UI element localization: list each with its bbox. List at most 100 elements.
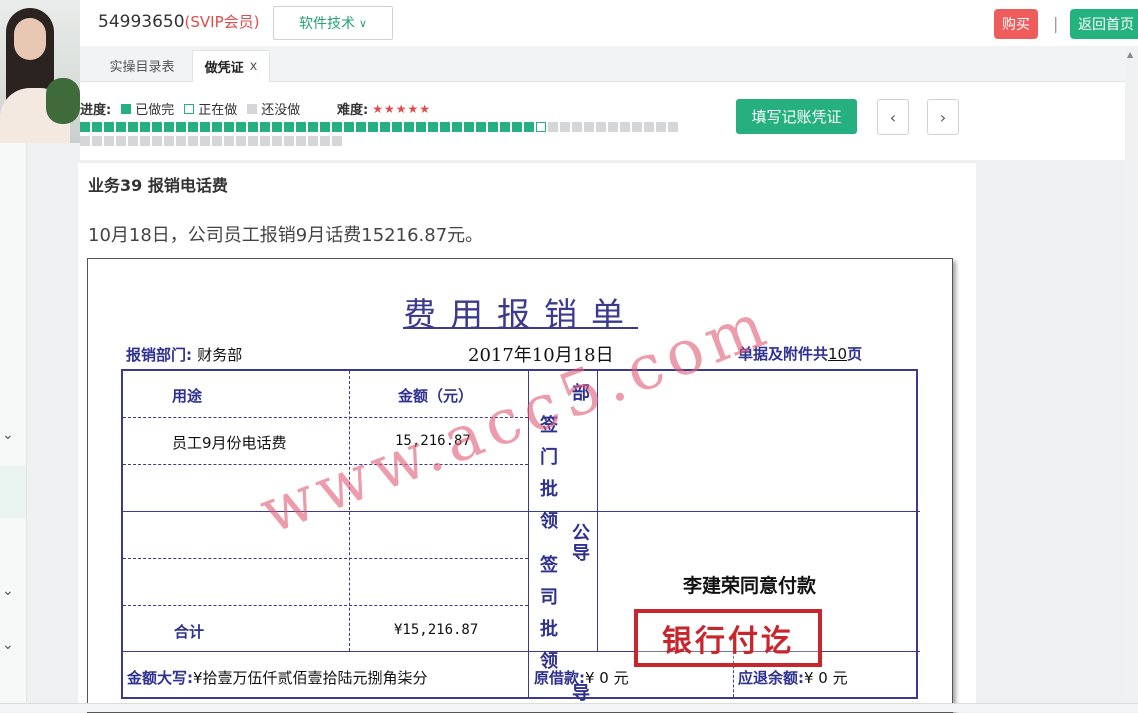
attach-suffix: 页 <box>847 345 863 363</box>
progress-cell[interactable] <box>560 122 570 132</box>
chevron-down-icon[interactable]: ⌄ <box>2 583 14 599</box>
todo-label: 还没做 <box>261 103 301 118</box>
done-label: 已做完 <box>135 103 175 118</box>
progress-cell[interactable] <box>260 136 270 146</box>
progress-cell[interactable] <box>368 122 378 132</box>
progress-cell[interactable] <box>476 122 486 132</box>
progress-cell[interactable] <box>128 136 138 146</box>
progress-cell[interactable] <box>404 122 414 132</box>
progress-cell[interactable] <box>236 122 246 132</box>
progress-legend: 进度: 已做完 正在做 还没做 <box>80 99 300 118</box>
header-separator: | <box>1053 14 1059 33</box>
buy-button[interactable]: 购买 <box>994 9 1038 39</box>
progress-cell[interactable] <box>152 122 162 132</box>
chevron-down-icon[interactable]: ⌄ <box>2 427 14 443</box>
progress-cell[interactable] <box>524 122 534 132</box>
progress-cell[interactable] <box>140 122 150 132</box>
progress-cell[interactable] <box>356 122 366 132</box>
progress-cell[interactable] <box>248 136 258 146</box>
progress-cell[interactable] <box>176 136 186 146</box>
progress-cell[interactable] <box>668 122 678 132</box>
total-label: 合计 <box>174 623 205 641</box>
progress-cell[interactable] <box>416 122 426 132</box>
progress-cell[interactable] <box>272 122 282 132</box>
progress-cell[interactable] <box>500 122 510 132</box>
progress-cell[interactable] <box>440 122 450 132</box>
progress-cell[interactable] <box>392 122 402 132</box>
tab-voucher[interactable]: 做凭证 x <box>192 50 270 82</box>
fill-voucher-button[interactable]: 填写记账凭证 <box>736 99 857 134</box>
progress-label: 进度: <box>80 103 112 118</box>
progress-cell[interactable] <box>188 122 198 132</box>
chevron-down-icon: ∨ <box>358 16 368 30</box>
tab-catalog[interactable]: 实操目录表 <box>98 50 186 81</box>
progress-cell[interactable] <box>572 122 582 132</box>
progress-cell[interactable] <box>380 122 390 132</box>
progress-cell[interactable] <box>332 136 342 146</box>
progress-cell[interactable] <box>464 122 474 132</box>
prev-button[interactable]: ‹ <box>877 99 909 135</box>
progress-cell[interactable] <box>176 122 186 132</box>
progress-cell[interactable] <box>548 122 558 132</box>
progress-cell[interactable] <box>116 122 126 132</box>
progress-cell[interactable] <box>104 122 114 132</box>
progress-cell[interactable] <box>200 122 210 132</box>
next-button[interactable]: › <box>927 99 959 135</box>
progress-cell[interactable] <box>428 122 438 132</box>
progress-cell[interactable] <box>116 136 126 146</box>
chevron-down-icon[interactable]: ⌄ <box>2 637 14 653</box>
left-nav-selected[interactable] <box>0 466 26 518</box>
progress-cell[interactable] <box>80 136 90 146</box>
software-tech-menu[interactable]: 软件技术 ∨ <box>273 6 393 40</box>
attach-count: 10 <box>828 345 848 363</box>
progress-cell[interactable] <box>632 122 642 132</box>
progress-cell[interactable] <box>224 122 234 132</box>
progress-cell[interactable] <box>140 136 150 146</box>
progress-cell[interactable] <box>164 122 174 132</box>
progress-cell[interactable] <box>620 122 630 132</box>
progress-cell[interactable] <box>284 136 294 146</box>
progress-cell[interactable] <box>308 122 318 132</box>
progress-cell[interactable] <box>308 136 318 146</box>
difficulty-stars: ★★★★★ <box>372 101 431 116</box>
progress-cell[interactable] <box>200 136 210 146</box>
progress-cell[interactable] <box>320 136 330 146</box>
home-button[interactable]: 返回首页 <box>1070 9 1138 39</box>
progress-cell[interactable] <box>188 136 198 146</box>
progress-cell[interactable] <box>584 122 594 132</box>
refund-amount: 应退余额:¥ 0 元 <box>738 669 848 687</box>
progress-cell[interactable] <box>164 136 174 146</box>
progress-cell[interactable] <box>596 122 606 132</box>
progress-cell[interactable] <box>536 122 546 132</box>
progress-cell[interactable] <box>512 122 522 132</box>
page-scrollbar[interactable]: ▲ <box>1125 46 1138 711</box>
progress-cell[interactable] <box>152 136 162 146</box>
progress-cell[interactable] <box>92 122 102 132</box>
progress-cell[interactable] <box>80 122 90 132</box>
progress-cell[interactable] <box>656 122 666 132</box>
progress-cell[interactable] <box>644 122 654 132</box>
progress-cell[interactable] <box>488 122 498 132</box>
progress-cell[interactable] <box>344 122 354 132</box>
progress-cell[interactable] <box>224 136 234 146</box>
progress-cell[interactable] <box>320 122 330 132</box>
progress-cell[interactable] <box>284 122 294 132</box>
progress-cell[interactable] <box>452 122 462 132</box>
close-icon[interactable]: x <box>250 59 258 74</box>
progress-cell[interactable] <box>296 122 306 132</box>
progress-cell[interactable] <box>92 136 102 146</box>
progress-cell[interactable] <box>104 136 114 146</box>
progress-cell[interactable] <box>272 136 282 146</box>
progress-cell[interactable] <box>212 122 222 132</box>
progress-cell[interactable] <box>212 136 222 146</box>
progress-cell[interactable] <box>248 122 258 132</box>
capital-amount: 金额大写:¥拾壹万伍仟贰佰壹拾陆元捌角柒分 <box>127 669 428 687</box>
borrowed-amount: 原借款:¥ 0 元 <box>534 669 629 687</box>
progress-cell[interactable] <box>260 122 270 132</box>
progress-cell[interactable] <box>296 136 306 146</box>
left-nav: ⌄ ⌄ ⌄ <box>0 143 27 711</box>
progress-cell[interactable] <box>128 122 138 132</box>
progress-cell[interactable] <box>608 122 618 132</box>
progress-cell[interactable] <box>236 136 246 146</box>
progress-cell[interactable] <box>332 122 342 132</box>
